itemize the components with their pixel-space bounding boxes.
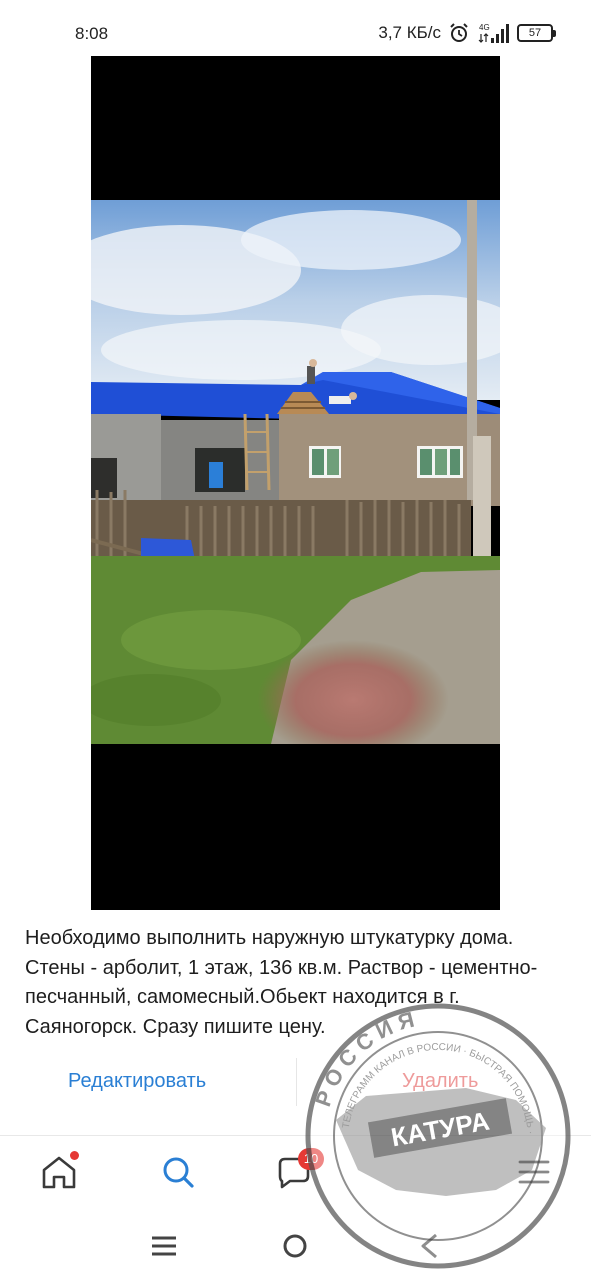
post-description: Необходимо выполнить наружную штукатурку… xyxy=(25,927,538,1038)
status-time: 8:08 xyxy=(75,24,109,43)
home-button[interactable] xyxy=(279,1230,311,1262)
delete-button[interactable]: Удалить xyxy=(402,1070,478,1093)
image-viewer[interactable] xyxy=(91,56,500,910)
bottom-navigation: 10 xyxy=(0,1140,591,1208)
status-indicators: 3,7 КБ/с 4G 57 xyxy=(378,22,556,44)
post-actions: Редактировать Удалить xyxy=(0,1058,591,1108)
recent-apps-button[interactable] xyxy=(148,1230,180,1262)
menu-icon xyxy=(518,1160,550,1184)
nav-home[interactable] xyxy=(37,1150,81,1194)
alarm-icon xyxy=(450,23,468,42)
actions-divider xyxy=(296,1058,297,1106)
circle-home-icon xyxy=(283,1234,307,1258)
system-navigation xyxy=(0,1212,591,1280)
battery-indicator: 57 xyxy=(517,24,556,42)
notification-dot xyxy=(70,1151,79,1160)
network-type: 4G xyxy=(479,23,490,32)
messages-badge: 10 xyxy=(298,1148,324,1170)
house-photo[interactable] xyxy=(91,200,500,744)
recent-apps-icon xyxy=(152,1236,176,1256)
signal-icon: 4G xyxy=(478,23,509,43)
back-button[interactable] xyxy=(414,1230,446,1262)
nav-messages[interactable]: 10 xyxy=(272,1148,324,1194)
nav-menu[interactable] xyxy=(512,1150,556,1194)
search-icon xyxy=(163,1157,194,1188)
status-bar: 8:08 3,7 КБ/с 4G 57 xyxy=(0,0,591,56)
nav-search[interactable] xyxy=(156,1150,200,1194)
divider xyxy=(0,1135,591,1136)
back-arrow-icon xyxy=(421,1233,437,1259)
network-speed: 3,7 КБ/с xyxy=(378,23,441,42)
edit-button[interactable]: Редактировать xyxy=(68,1070,206,1093)
